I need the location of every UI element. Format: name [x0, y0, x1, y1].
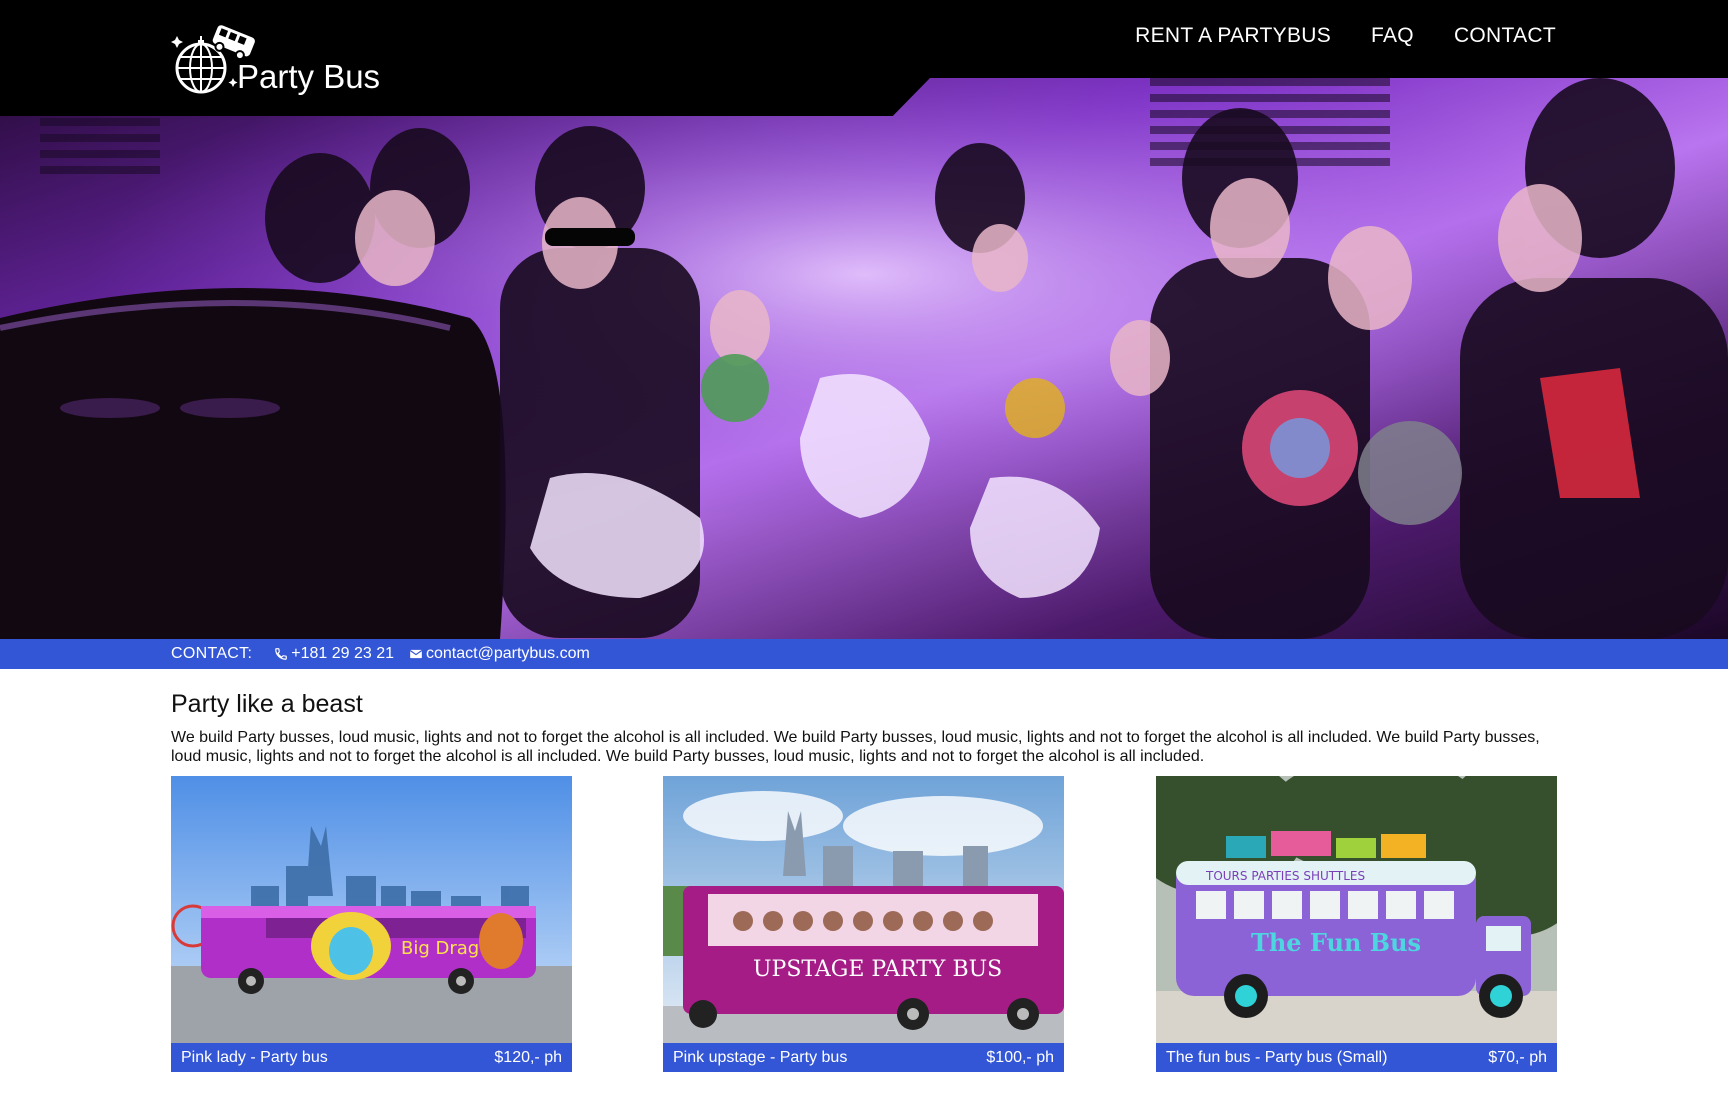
svg-text:UPSTAGE PARTY BUS: UPSTAGE PARTY BUS — [753, 957, 1002, 982]
header-bar-extension — [0, 78, 930, 116]
envelope-icon — [409, 649, 423, 659]
fun-bus-photo: TOURS PARTIES SHUTTLES The Fun Bus — [1156, 776, 1557, 1043]
contact-phone: +181 29 23 21 — [291, 645, 394, 662]
nav-faq[interactable]: FAQ — [1371, 24, 1414, 48]
bus-card-pink-upstage[interactable]: UPSTAGE PARTY BUS Pink upstage - Party b… — [663, 776, 1064, 1072]
bus-card-fun-bus[interactable]: TOURS PARTIES SHUTTLES The Fun Bus The f… — [1156, 776, 1557, 1072]
nav-contact[interactable]: CONTACT — [1454, 24, 1556, 48]
party-bus-interior-photo — [0, 78, 1728, 639]
contact-label: CONTACT: — [171, 645, 253, 662]
bus-price: $120,- ph — [494, 1048, 562, 1066]
svg-text:TOURS PARTIES SHUTTLES: TOURS PARTIES SHUTTLES — [1205, 869, 1365, 883]
bus-name: Pink upstage - Party bus — [673, 1048, 848, 1066]
main-nav: RENT A PARTYBUS FAQ CONTACT — [1135, 24, 1556, 48]
contact-phone-link[interactable]: +181 29 23 21 — [274, 645, 394, 663]
bus-card-pink-lady[interactable]: Big Drag Bus Pink lady - Party bus $120,… — [171, 776, 572, 1072]
bus-card-caption: Pink upstage - Party bus $100,- ph — [663, 1043, 1064, 1072]
bus-name: The fun bus - Party bus (Small) — [1166, 1048, 1388, 1066]
pink-upstage-bus-photo: UPSTAGE PARTY BUS — [663, 776, 1064, 1043]
svg-text:The Fun Bus: The Fun Bus — [1251, 928, 1421, 957]
brand-logo-link[interactable]: Party Bus — [171, 20, 380, 96]
contact-email: contact@partybus.com — [425, 645, 590, 662]
phone-icon — [275, 648, 288, 660]
hero-image — [0, 78, 1728, 639]
pink-lady-bus-photo: Big Drag Bus — [171, 776, 572, 1043]
bus-name: Pink lady - Party bus — [181, 1048, 328, 1066]
contact-email-link[interactable]: contact@partybus.com — [409, 645, 590, 663]
bus-card-caption: The fun bus - Party bus (Small) $70,- ph — [1156, 1043, 1557, 1072]
brand-name: Party Bus — [237, 58, 381, 95]
contact-strip: CONTACT: +181 29 23 21 contact@partybus.… — [0, 639, 1728, 669]
bus-price: $70,- ph — [1488, 1048, 1547, 1066]
bus-price: $100,- ph — [986, 1048, 1054, 1066]
bus-card-caption: Pink lady - Party bus $120,- ph — [171, 1043, 572, 1072]
intro-text: We build Party busses, loud music, light… — [171, 729, 1540, 765]
nav-rent-a-partybus[interactable]: RENT A PARTYBUS — [1135, 24, 1331, 48]
intro-title: Party like a beast — [171, 690, 363, 718]
